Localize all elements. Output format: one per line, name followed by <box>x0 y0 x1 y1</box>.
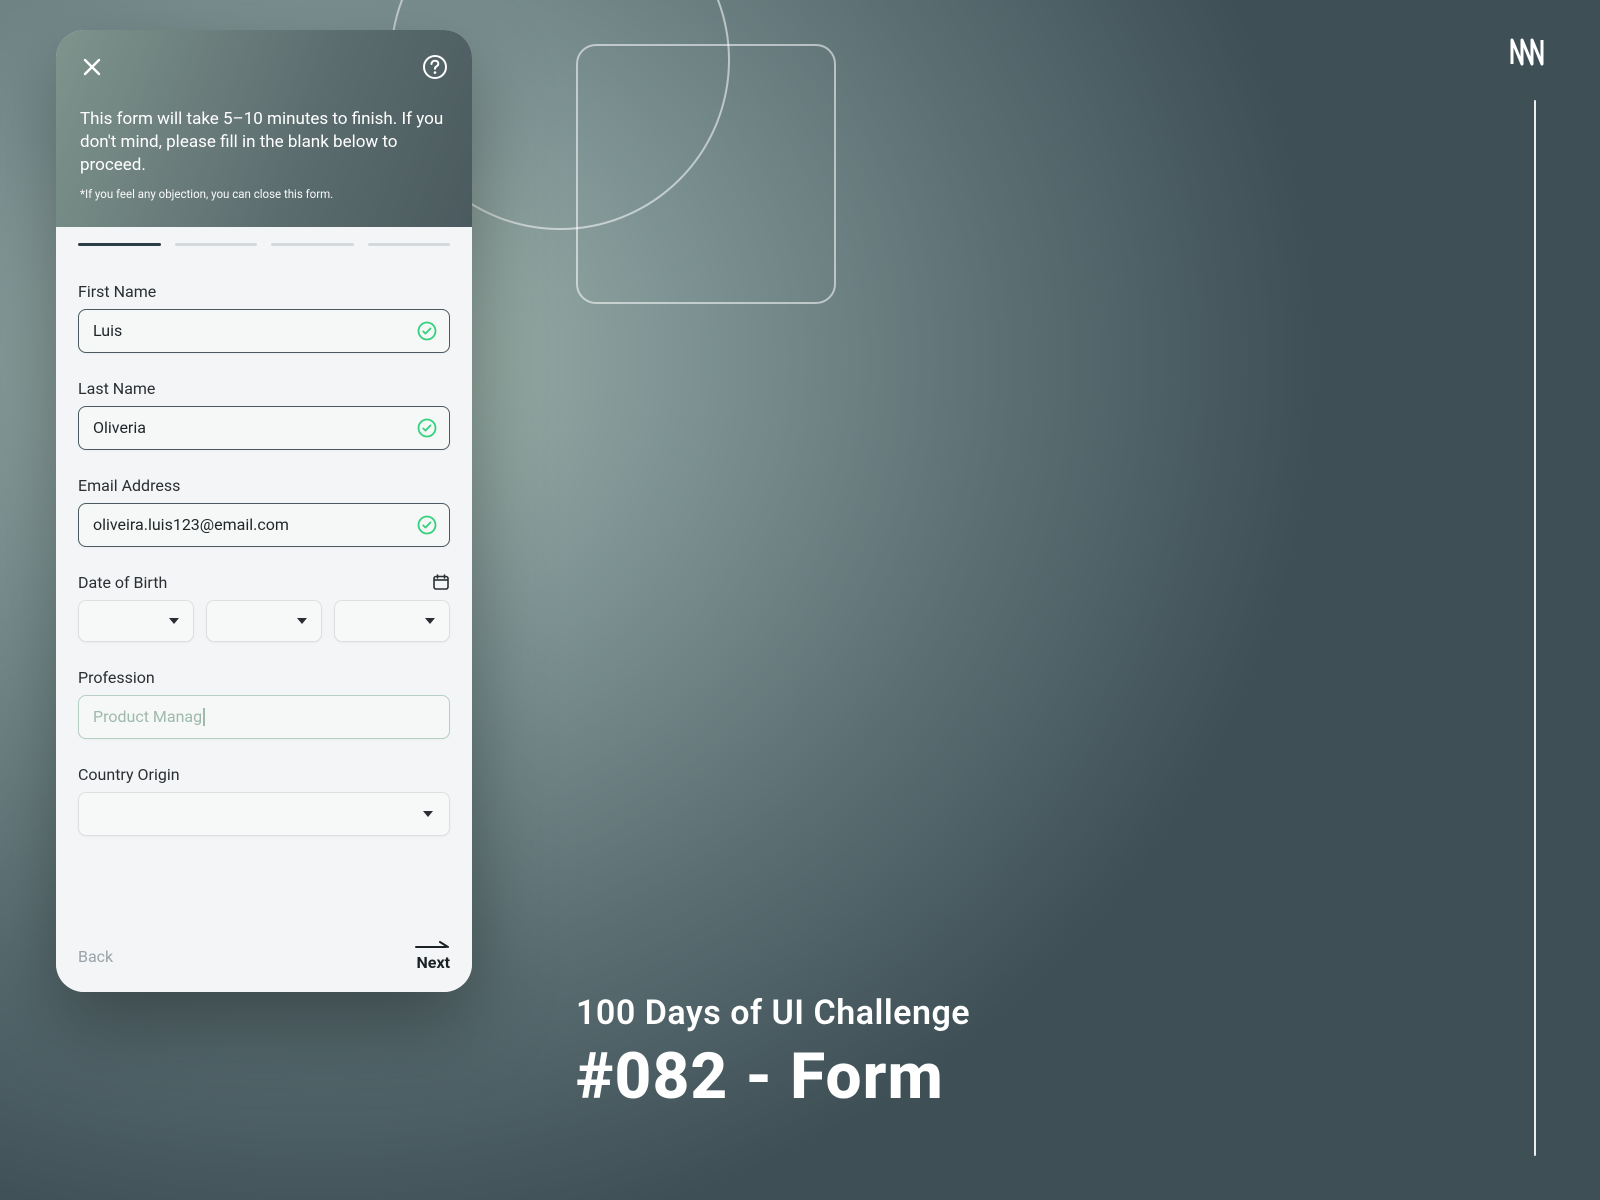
intro-text: This form will take 5–10 minutes to fini… <box>80 108 448 177</box>
arrow-right-icon <box>414 941 450 951</box>
step-1 <box>78 243 161 246</box>
challenge-subtitle: 100 Days of UI Challenge <box>576 993 970 1033</box>
first-name-input[interactable]: Luis <box>78 309 450 353</box>
decorative-square <box>576 44 836 304</box>
country-label: Country Origin <box>78 765 450 784</box>
country-select[interactable] <box>78 792 450 836</box>
decorative-vertical-line <box>1534 100 1536 1156</box>
card-body: First Name Luis Last Name Oliveria Email… <box>56 227 472 992</box>
email-label: Email Address <box>78 476 450 495</box>
progress-stepper <box>78 243 450 246</box>
challenge-caption: 100 Days of UI Challenge #082 - Form <box>576 993 970 1114</box>
last-name-label: Last Name <box>78 379 450 398</box>
first-name-label: First Name <box>78 282 450 301</box>
dob-year-select[interactable] <box>334 600 450 642</box>
step-2 <box>175 243 258 246</box>
card-header: This form will take 5–10 minutes to fini… <box>56 30 472 227</box>
next-button[interactable]: Next <box>414 941 450 972</box>
close-icon[interactable] <box>80 55 104 79</box>
field-dob: Date of Birth <box>78 573 450 642</box>
chevron-down-icon <box>423 811 433 817</box>
next-label: Next <box>417 953 450 972</box>
field-profession: Profession Product Manag <box>78 668 450 739</box>
check-circle-icon <box>417 418 437 438</box>
text-cursor-icon <box>203 708 205 726</box>
challenge-title: #082 - Form <box>576 1039 970 1114</box>
email-value: oliveira.luis123@email.com <box>93 515 289 534</box>
field-first-name: First Name Luis <box>78 282 450 353</box>
calendar-icon[interactable] <box>432 573 450 591</box>
dob-label: Date of Birth <box>78 573 450 592</box>
field-country: Country Origin <box>78 765 450 836</box>
last-name-input[interactable]: Oliveria <box>78 406 450 450</box>
back-button[interactable]: Back <box>78 947 113 966</box>
dob-day-select[interactable] <box>78 600 194 642</box>
form-footer-nav: Back Next <box>78 921 450 972</box>
field-email: Email Address oliveira.luis123@email.com <box>78 476 450 547</box>
email-input[interactable]: oliveira.luis123@email.com <box>78 503 450 547</box>
chevron-down-icon <box>425 618 435 624</box>
dob-label-text: Date of Birth <box>78 573 167 592</box>
form-card: This form will take 5–10 minutes to fini… <box>56 30 472 992</box>
help-icon[interactable] <box>422 54 448 80</box>
brand-logo-icon <box>1510 36 1554 66</box>
chevron-down-icon <box>169 618 179 624</box>
profession-label: Profession <box>78 668 450 687</box>
profession-value: Product Manag <box>93 707 202 726</box>
check-circle-icon <box>417 515 437 535</box>
step-4 <box>368 243 451 246</box>
intro-note: *If you feel any objection, you can clos… <box>80 187 448 201</box>
field-last-name: Last Name Oliveria <box>78 379 450 450</box>
profession-input[interactable]: Product Manag <box>78 695 450 739</box>
check-circle-icon <box>417 321 437 341</box>
first-name-value: Luis <box>93 321 122 340</box>
step-3 <box>271 243 354 246</box>
last-name-value: Oliveria <box>93 418 146 437</box>
dob-month-select[interactable] <box>206 600 322 642</box>
chevron-down-icon <box>297 618 307 624</box>
